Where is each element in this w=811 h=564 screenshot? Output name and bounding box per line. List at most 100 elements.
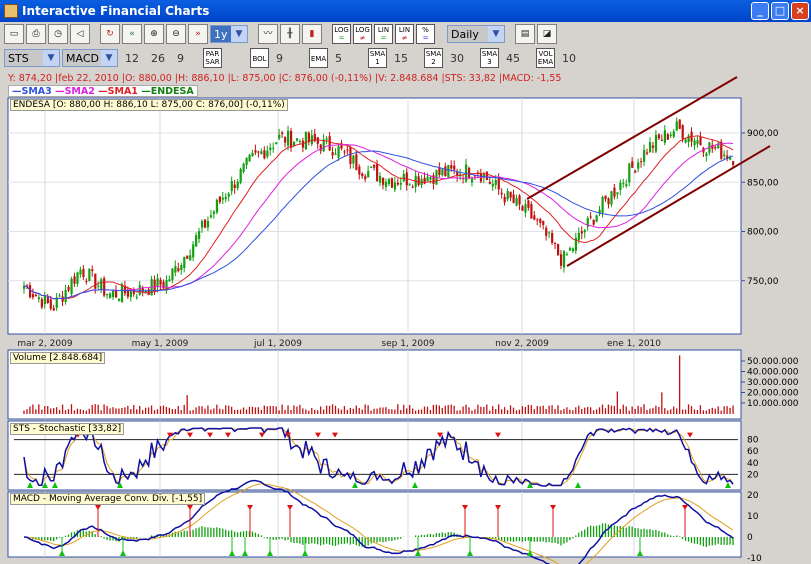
candle-body <box>203 219 207 228</box>
candle-body <box>714 146 717 149</box>
candle-body <box>272 147 275 149</box>
candle-body <box>40 299 43 308</box>
candle-body <box>343 151 346 153</box>
candle-body <box>373 164 376 168</box>
candle-body <box>559 254 563 266</box>
candle-body <box>387 179 391 184</box>
candle-body <box>257 151 260 153</box>
candle-body <box>417 176 420 185</box>
candle-body <box>660 139 664 141</box>
stoch-tick-label: 20 <box>747 470 759 480</box>
volume-tick-label: 20.000.000 <box>747 389 799 399</box>
candle-body <box>103 278 106 296</box>
candle-body <box>67 286 70 291</box>
x-tick-label: mar 2, 2009 <box>17 339 72 349</box>
x-tick-label: may 1, 2009 <box>132 339 189 349</box>
candle-body <box>358 166 361 175</box>
candle-body <box>370 166 373 168</box>
candle-body <box>672 131 675 137</box>
candle-body <box>595 215 598 222</box>
candle-body <box>542 221 545 225</box>
candle-body <box>684 139 687 143</box>
candle-body <box>239 169 242 183</box>
candle-body <box>696 140 699 144</box>
candle-body <box>328 136 331 151</box>
candle-body <box>337 146 340 158</box>
candle-body <box>221 197 224 200</box>
candle-body <box>640 161 643 163</box>
candle-body <box>316 137 319 144</box>
volume-panel-label: Volume [2.848.684] <box>10 352 106 364</box>
candle-body <box>551 233 554 243</box>
candle-body <box>616 192 619 195</box>
candle-body <box>106 294 109 296</box>
candle-body <box>675 121 678 131</box>
candle-body <box>31 294 35 298</box>
candle-body <box>619 182 622 190</box>
candle-body <box>82 268 85 278</box>
candle-body <box>290 130 293 148</box>
candle-body <box>76 272 79 285</box>
candle-body <box>159 279 162 285</box>
candle-body <box>138 285 141 295</box>
candle-body <box>678 119 681 129</box>
candle-body <box>631 161 634 168</box>
candle-body <box>506 191 509 200</box>
candle-body <box>281 132 284 135</box>
candle-body <box>637 162 640 169</box>
chart-area[interactable]: mar 2, 2009 may 1, 2009 jul 1, 2009 sep 1, … <box>0 0 811 564</box>
volume-tick-label: 40.000.000 <box>747 368 799 378</box>
candle-body <box>304 131 308 150</box>
candle-body <box>539 219 542 223</box>
candle-body <box>230 180 233 192</box>
candle-body <box>705 153 708 157</box>
candle-body <box>171 268 174 281</box>
candle-body <box>666 134 669 140</box>
candle-body <box>156 278 159 287</box>
candle-body <box>126 290 130 297</box>
candle-body <box>37 297 41 300</box>
candle-body <box>227 193 230 197</box>
candle-body <box>254 150 257 153</box>
candle-body <box>390 178 394 188</box>
candle-body <box>298 141 302 143</box>
candle-body <box>355 154 358 170</box>
candle-body <box>295 138 299 141</box>
candle-body <box>201 221 204 228</box>
candle-body <box>625 184 628 187</box>
candle-body <box>34 294 38 297</box>
candle-body <box>488 181 491 184</box>
price-tick-label: 900,00 <box>747 129 779 139</box>
candle-body <box>79 269 82 275</box>
x-tick-label: jul 1, 2009 <box>253 339 302 349</box>
candle-body <box>681 125 684 140</box>
candle-body <box>112 290 115 298</box>
candle-body <box>209 215 213 218</box>
candle-body <box>628 163 631 183</box>
candle-body <box>198 231 201 239</box>
candle-body <box>402 173 405 182</box>
candle-body <box>411 186 414 188</box>
candle-body <box>426 176 429 182</box>
candle-body <box>364 176 367 180</box>
price-tick-label: 750,00 <box>747 277 779 287</box>
candle-body <box>565 254 569 256</box>
candle-body <box>94 273 97 289</box>
candle-body <box>384 181 388 187</box>
candle-body <box>450 165 453 169</box>
x-tick-label: ene 1, 2010 <box>607 339 661 349</box>
candle-body <box>648 142 652 153</box>
candle-body <box>218 196 221 203</box>
candle-body <box>604 195 607 200</box>
candle-body <box>233 184 236 188</box>
candle-body <box>453 165 456 170</box>
candle-body <box>524 204 527 213</box>
candle-body <box>73 276 76 284</box>
panel-1 <box>7 349 742 420</box>
candle-body <box>58 295 61 297</box>
candle-body <box>536 219 539 221</box>
candle-body <box>491 183 494 187</box>
candle-body <box>206 220 210 228</box>
volume-tick-label: 50.000.000 <box>747 357 799 367</box>
candle-body <box>494 180 497 185</box>
